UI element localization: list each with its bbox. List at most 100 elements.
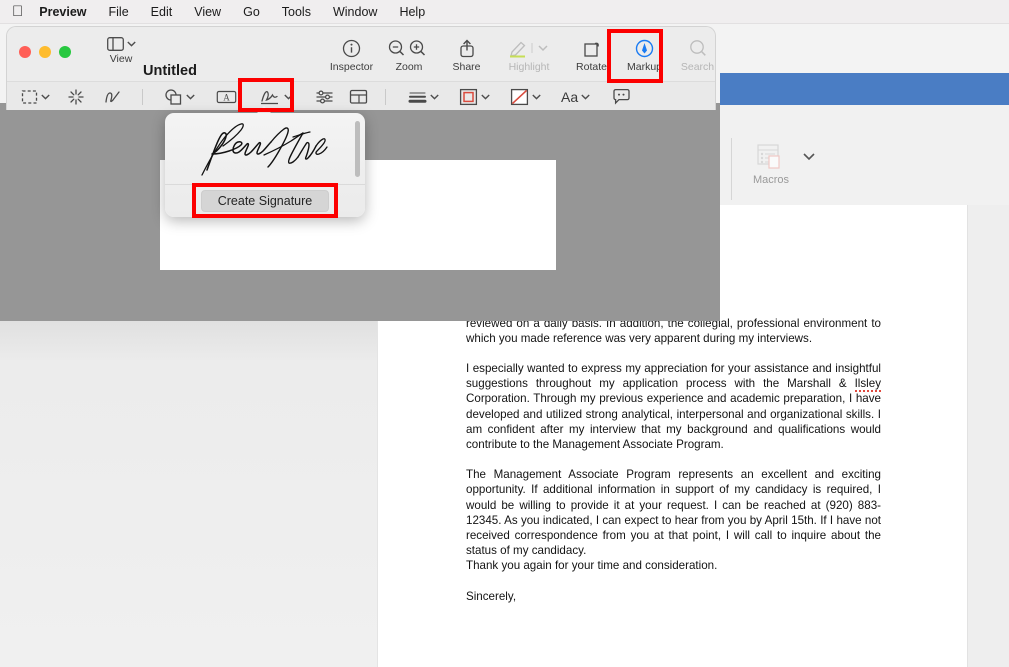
markup-crop-tool[interactable] [349,85,368,109]
menu-item-edit[interactable]: Edit [140,5,184,19]
highlight-pen-icon [506,38,552,58]
chevron-down-icon [430,93,439,100]
apple-logo-icon[interactable]:  [12,4,23,19]
dimmed-lower-area [0,321,377,667]
chevron-down-icon [186,93,195,100]
markup-shapes-tool[interactable] [164,85,195,109]
toolbar-search-button[interactable]: Search [671,35,715,77]
document-thank-you-line: Thank you again for your time and consid… [466,559,718,573]
menu-item-preview[interactable]: Preview [39,5,97,19]
toolbar-zoom-button[interactable]: Zoom [378,35,440,77]
preview-window: View Untitled Inspector Zoom Share Highl… [6,26,716,110]
markup-shape-style-tool[interactable] [408,85,439,109]
menu-item-help[interactable]: Help [388,5,436,19]
share-icon [459,38,475,58]
view-label: View [109,53,133,65]
markup-fill-color-tool[interactable] [510,85,541,109]
sketch-squiggle-icon [105,90,120,103]
ribbon-accent-bar [720,73,1009,105]
macros-chevron-down-icon[interactable] [803,153,815,161]
document-closing: Sincerely, [466,589,517,603]
macros-button[interactable]: Macros [742,143,800,199]
markup-adjust-color-tool[interactable] [315,85,334,109]
macros-icon [756,143,786,171]
toolbar-zoom-label: Zoom [395,61,423,73]
chevron-down-icon [532,93,541,100]
chevron-down-icon [41,93,50,100]
window-toolbar: Inspector Zoom Share Highlight Rotate Ma… [325,35,715,79]
markup-pen-circle-icon [635,38,654,58]
chevron-down-icon [481,93,490,100]
search-icon [689,38,707,58]
window-traffic-lights [19,46,71,58]
rotate-icon [583,38,601,58]
macros-label: Macros [752,174,790,186]
toolbar-markup-label: Markup [626,61,662,73]
markup-signature-tool[interactable] [259,85,293,109]
menu-item-window[interactable]: Window [322,5,388,19]
toolbar-rotate-label: Rotate [576,61,607,73]
markup-note-tool[interactable] [612,85,631,109]
chevron-down-icon [284,93,293,100]
macos-menu-bar:  Preview File Edit View Go Tools Window… [0,0,1009,24]
markup-toolbar: A Aa [7,81,715,110]
markup-toolbar-divider-2 [385,88,386,105]
markup-text-style-tool[interactable]: Aa [561,85,590,109]
markup-border-color-tool[interactable] [459,85,490,109]
markup-selection-tool[interactable] [21,85,50,109]
minimize-button[interactable] [39,46,51,58]
info-circle-icon [342,38,361,58]
signature-icon [261,90,278,104]
toolbar-rotate-button[interactable]: Rotate [565,35,618,77]
toolbar-share-button[interactable]: Share [440,35,493,77]
border-color-icon [459,88,478,105]
view-sidebar-button[interactable]: View [99,37,143,75]
markup-text-tool[interactable]: A [216,85,237,109]
maximize-button[interactable] [59,46,71,58]
saved-signature-list[interactable] [165,113,365,185]
window-title: Untitled [143,63,197,79]
toolbar-highlight-label: Highlight [508,61,550,73]
menu-item-file[interactable]: File [98,5,140,19]
menu-item-tools[interactable]: Tools [271,5,322,19]
toolbar-search-label: Search [680,61,715,73]
selection-rectangle-icon [21,89,38,104]
zoom-icon [388,38,430,58]
fill-color-none-icon [510,88,529,105]
svg-text:A: A [223,92,230,102]
sidebar-view-icon [106,37,124,51]
signature-list-scrollbar[interactable] [355,121,360,177]
toolbar-share-label: Share [452,61,481,73]
note-bubble-icon [613,88,630,105]
window-titlebar: View Untitled Inspector Zoom Share Highl… [7,27,715,81]
screen-root: Macros U LETTER at the Marshall& Ilsley … [0,0,1009,667]
adjust-sliders-icon [316,89,333,104]
create-signature-button[interactable]: Create Signature [200,190,330,212]
menu-item-go[interactable]: Go [232,5,271,19]
markup-toolbar-divider-1 [142,88,143,105]
document-paragraph-3: The Management Associate Program represe… [466,468,881,573]
shapes-icon [165,88,182,105]
ribbon-group-divider [731,138,732,200]
crop-icon [349,89,368,104]
signature-popover: Create Signature [165,113,365,217]
stroke-thickness-icon [408,91,427,103]
toolbar-highlight-button[interactable]: Highlight [493,35,565,77]
document-paragraph-2: I especially wanted to express my apprec… [466,362,881,452]
document-right-gutter [968,205,1009,667]
document-body: at the Marshall& Ilsley office inDepartm… [466,270,881,619]
signature-popover-footer: Create Signature [165,185,365,217]
text-box-icon: A [216,90,237,103]
chevron-down-icon [581,93,590,100]
text-style-label: Aa [561,88,579,105]
menu-item-view[interactable]: View [183,5,232,19]
close-button[interactable] [19,46,31,58]
markup-instant-alpha-tool[interactable] [67,85,85,109]
handwritten-signature[interactable] [165,113,365,185]
toolbar-markup-button[interactable]: Markup [618,35,671,77]
instant-alpha-sparkle-icon [68,88,84,105]
toolbar-inspector-button[interactable]: Inspector [325,35,378,77]
view-chevron-down-icon [126,41,136,47]
markup-sketch-tool[interactable] [103,85,122,109]
toolbar-inspector-label: Inspector [329,61,374,73]
